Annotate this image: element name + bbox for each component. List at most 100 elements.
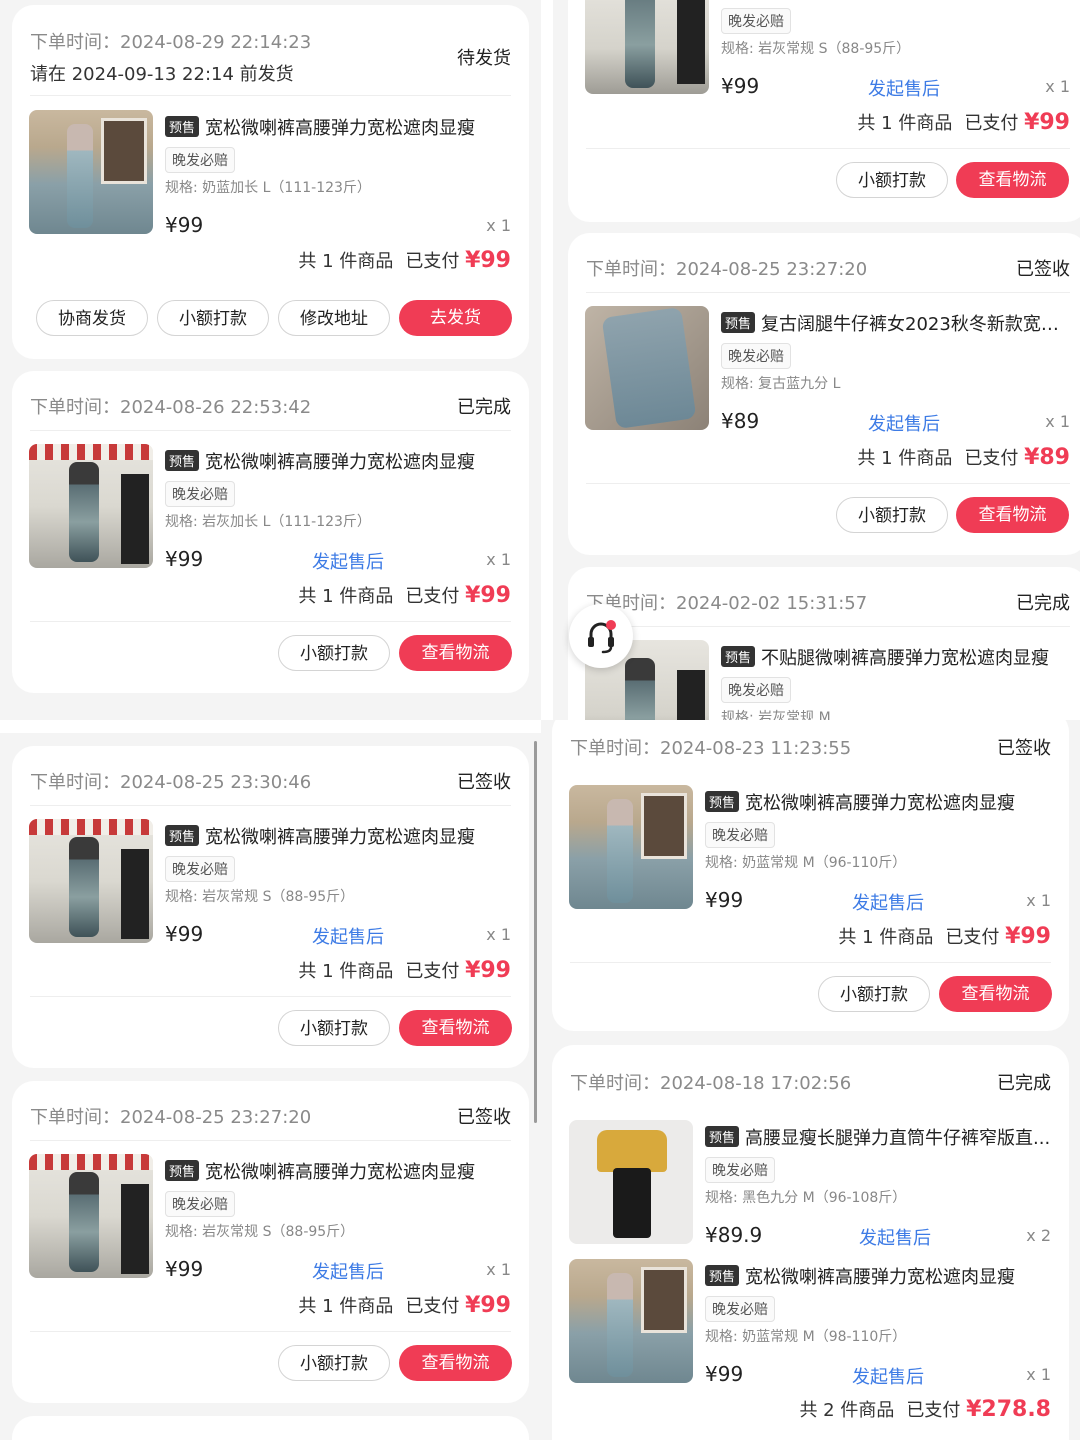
product-title[interactable]: 预售 宽松微喇裤高腰弹力宽松遮肉显瘦 bbox=[165, 1158, 515, 1184]
after-sale-link[interactable]: 发起售后 bbox=[312, 923, 384, 949]
product-thumbnail[interactable] bbox=[569, 785, 693, 909]
order-card[interactable]: 下单时间：2024-08-25 23:27:20 已签收 预售 复古阔腿牛仔裤女2… bbox=[568, 233, 1080, 555]
product-thumbnail[interactable] bbox=[585, 0, 709, 94]
view-logistics-button[interactable]: 查看物流 bbox=[956, 497, 1069, 533]
after-sale-link[interactable]: 发起售后 bbox=[312, 548, 384, 574]
small-payment-button[interactable]: 小额打款 bbox=[278, 635, 390, 671]
paid-amount: ¥89 bbox=[1024, 445, 1070, 470]
view-logistics-button[interactable]: 查看物流 bbox=[956, 162, 1069, 198]
product-thumbnail[interactable] bbox=[29, 110, 153, 234]
item-count: 共 1 件商品 bbox=[298, 251, 394, 272]
paid-label: 已支付 bbox=[405, 251, 460, 272]
product-spec: 规格: 岩灰常规 S（88-95斤） bbox=[721, 41, 911, 57]
view-logistics-button[interactable]: 查看物流 bbox=[399, 1345, 512, 1381]
door-shape bbox=[121, 849, 149, 939]
late-compensation-tag: 晚发必赔 bbox=[705, 1157, 775, 1183]
after-sale-link[interactable]: 发起售后 bbox=[868, 75, 940, 101]
order-time-value: 2024-08-25 23:30:46 bbox=[120, 772, 312, 793]
after-sale-link[interactable]: 发起售后 bbox=[852, 889, 924, 915]
product-title[interactable]: 预售 宽松微喇裤高腰弹力宽松遮肉显瘦 bbox=[705, 1263, 1055, 1289]
scrollbar[interactable] bbox=[534, 741, 537, 1123]
product-thumbnail[interactable] bbox=[29, 819, 153, 943]
product-title[interactable]: 预售 宽松微喇裤高腰弹力宽松遮肉显瘦 bbox=[165, 823, 515, 849]
product-spec: 规格: 复古蓝九分 L bbox=[721, 376, 841, 392]
small-payment-button[interactable]: 小额打款 bbox=[278, 1345, 390, 1381]
jeans-figure bbox=[613, 1168, 651, 1238]
customer-service-button[interactable] bbox=[569, 604, 633, 668]
order-time: 下单时间：2024-08-23 11:23:55 bbox=[570, 734, 851, 760]
small-payment-button[interactable]: 小额打款 bbox=[836, 497, 948, 533]
item-count: 共 2 件商品 bbox=[799, 1400, 895, 1421]
product-title[interactable]: 预售 复古阔腿牛仔裤女2023秋冬新款宽松... bbox=[721, 310, 1073, 336]
presale-badge: 预售 bbox=[705, 1265, 740, 1286]
order-card[interactable]: 下单时间：2024-08-25 23:27:20 已签收 预售 宽松微喇裤高腰弹力… bbox=[12, 1081, 529, 1403]
panel-top-right: 晚发必赔 规格: 岩灰常规 S（88-95斤） ¥99 发起售后 x 1 共 1… bbox=[553, 0, 1080, 720]
product-thumbnail[interactable] bbox=[569, 1120, 693, 1244]
view-logistics-button[interactable]: 查看物流 bbox=[399, 1010, 512, 1046]
jeans-figure bbox=[69, 462, 99, 562]
product-title[interactable]: 预售 宽松微喇裤高腰弹力宽松遮肉显瘦 bbox=[705, 789, 1055, 815]
late-compensation-tag: 晚发必赔 bbox=[721, 677, 791, 703]
after-sale-link[interactable]: 发起售后 bbox=[868, 410, 940, 436]
small-payment-button[interactable]: 小额打款 bbox=[836, 162, 948, 198]
presale-badge: 预售 bbox=[721, 646, 756, 667]
order-card[interactable]: 下单时间：2024-02-02 15:31:57 已完成 预售 不贴腿微喇裤高腰弹… bbox=[568, 567, 1080, 720]
divider bbox=[586, 292, 1070, 293]
product-price: ¥99 bbox=[721, 74, 760, 98]
order-time: 下单时间：2024-08-25 23:27:20 bbox=[586, 255, 867, 281]
small-payment-button[interactable]: 小额打款 bbox=[278, 1010, 390, 1046]
order-time-value: 2024-08-29 22:14:23 bbox=[120, 32, 312, 53]
product-spec: 规格: 奶蓝加长 L（111-123斤） bbox=[165, 180, 371, 196]
view-logistics-button[interactable]: 查看物流 bbox=[399, 635, 512, 671]
order-status: 已完成 bbox=[457, 397, 511, 418]
go-ship-button[interactable]: 去发货 bbox=[399, 300, 512, 336]
product-quantity: x 1 bbox=[1026, 1365, 1051, 1384]
order-card[interactable] bbox=[12, 1416, 529, 1440]
product-title-text: 复古阔腿牛仔裤女2023秋冬新款宽松... bbox=[761, 314, 1073, 335]
small-payment-button[interactable]: 小额打款 bbox=[157, 300, 269, 336]
modify-address-button[interactable]: 修改地址 bbox=[278, 300, 390, 336]
item-count: 共 1 件商品 bbox=[857, 113, 953, 134]
after-sale-link[interactable]: 发起售后 bbox=[312, 1258, 384, 1284]
order-time: 下单时间：2024-08-26 22:53:42 bbox=[30, 393, 311, 419]
product-title[interactable]: 预售 宽松微喇裤高腰弹力宽松遮肉显瘦 bbox=[165, 114, 515, 140]
product-title-text: 宽松微喇裤高腰弹力宽松遮肉显瘦 bbox=[205, 452, 476, 473]
item-count: 共 1 件商品 bbox=[857, 448, 953, 469]
order-time-label: 下单时间： bbox=[30, 772, 120, 793]
product-spec: 规格: 岩灰常规 S（88-95斤） bbox=[165, 889, 355, 905]
panel-separator bbox=[0, 720, 541, 733]
view-logistics-button[interactable]: 查看物流 bbox=[939, 976, 1052, 1012]
divider bbox=[30, 805, 511, 806]
panel-bottom-left: 下单时间：2024-08-25 23:30:46 已签收 预售 宽松微喇裤高腰弹力… bbox=[0, 733, 541, 1440]
product-title[interactable]: 预售 高腰显瘦长腿弹力直筒牛仔裤窄版直... bbox=[705, 1124, 1055, 1150]
product-thumbnail[interactable] bbox=[569, 1259, 693, 1383]
product-spec: 规格: 岩灰常规 M bbox=[721, 710, 831, 720]
after-sale-link[interactable]: 发起售后 bbox=[852, 1363, 924, 1389]
product-thumbnail[interactable] bbox=[29, 1154, 153, 1278]
negotiate-shipping-button[interactable]: 协商发货 bbox=[36, 300, 148, 336]
product-thumbnail[interactable] bbox=[585, 306, 709, 430]
order-card[interactable]: 下单时间：2024-08-25 23:30:46 已签收 预售 宽松微喇裤高腰弹力… bbox=[12, 746, 529, 1068]
jeans-figure bbox=[607, 799, 633, 903]
product-title[interactable]: 预售 不贴腿微喇裤高腰弹力宽松遮肉显瘦 bbox=[721, 644, 1073, 670]
small-payment-button[interactable]: 小额打款 bbox=[818, 976, 930, 1012]
product-spec: 规格: 奶蓝常规 M（96-110斤） bbox=[705, 855, 907, 871]
divider bbox=[30, 430, 511, 431]
order-card[interactable]: 下单时间：2024-08-18 17:02:56 已完成 预售 高腰显瘦长腿弹力直… bbox=[552, 1045, 1069, 1440]
order-card[interactable]: 晚发必赔 规格: 岩灰常规 S（88-95斤） ¥99 发起售后 x 1 共 1… bbox=[568, 0, 1080, 222]
after-sale-link[interactable]: 发起售后 bbox=[859, 1224, 931, 1250]
paid-amount: ¥99 bbox=[1005, 924, 1051, 949]
product-title[interactable]: 预售 宽松微喇裤高腰弹力宽松遮肉显瘦 bbox=[165, 448, 515, 474]
paid-amount: ¥99 bbox=[465, 1293, 511, 1318]
jeans-figure bbox=[69, 837, 99, 937]
order-card[interactable]: 下单时间：2024-08-23 11:23:55 已签收 预售 宽松微喇裤高腰弹力… bbox=[552, 720, 1069, 1031]
product-title-text: 宽松微喇裤高腰弹力宽松遮肉显瘦 bbox=[745, 793, 1016, 814]
product-title-text: 宽松微喇裤高腰弹力宽松遮肉显瘦 bbox=[205, 827, 476, 848]
order-card[interactable]: 下单时间：2024-08-26 22:53:42 已完成 预售 宽松微喇裤高腰弹力… bbox=[12, 371, 529, 693]
paid-label: 已支付 bbox=[405, 961, 460, 982]
order-time-label: 下单时间： bbox=[30, 1107, 120, 1128]
divider bbox=[30, 1331, 511, 1332]
product-thumbnail[interactable] bbox=[29, 444, 153, 568]
order-card[interactable]: 下单时间：2024-08-29 22:14:23 请在 2024-09-13 2… bbox=[12, 5, 529, 359]
panel-separator bbox=[541, 0, 553, 720]
